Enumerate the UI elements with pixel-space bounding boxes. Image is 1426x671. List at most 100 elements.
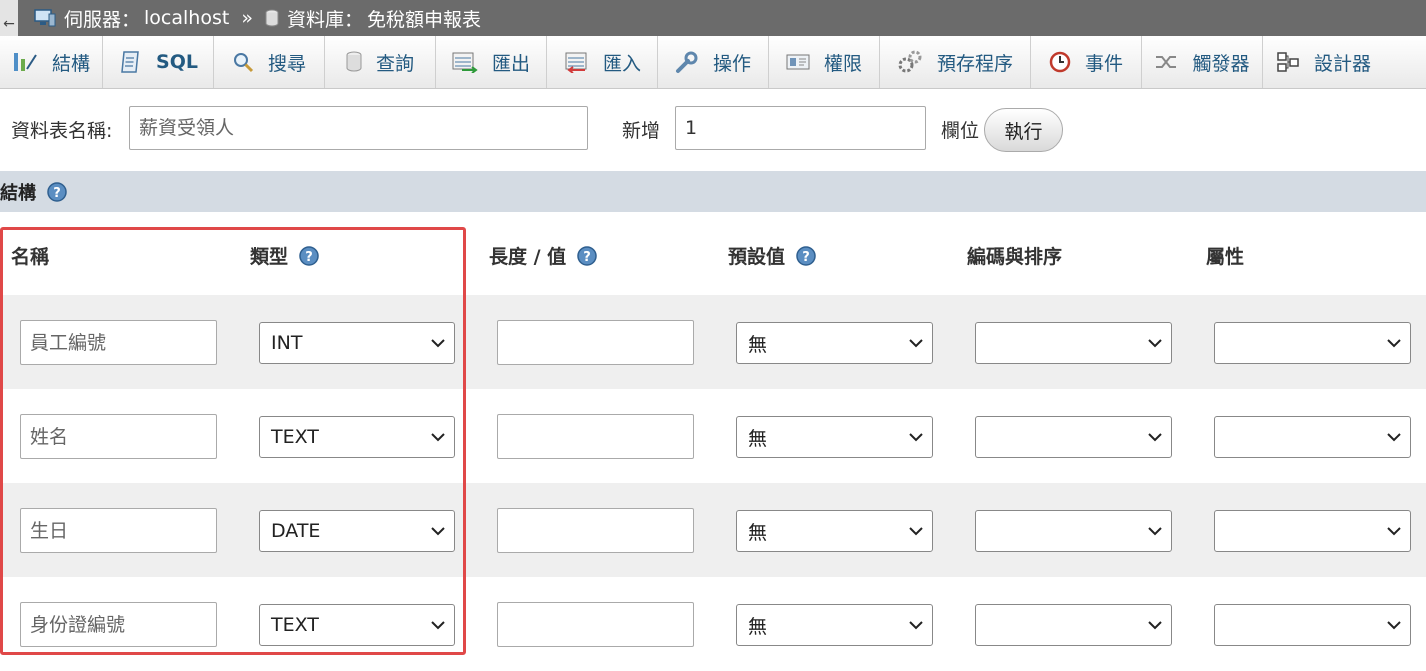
tab-privileges[interactable]: 權限 xyxy=(769,36,880,88)
add-columns-input[interactable] xyxy=(675,106,926,150)
designer-icon xyxy=(1277,52,1299,72)
breadcrumb: ← 伺服器： localhost » 資料庫： 免稅額申報表 xyxy=(0,0,1426,36)
type-select[interactable]: INT xyxy=(259,322,455,364)
structure-header: 結構 ? xyxy=(0,171,1426,212)
breadcrumb-database[interactable]: 資料庫： 免稅額申報表 xyxy=(265,5,481,32)
table-name-input[interactable] xyxy=(129,106,588,150)
type-select[interactable]: TEXT xyxy=(259,604,455,646)
type-select[interactable]: DATE xyxy=(259,510,455,552)
back-button[interactable]: ← xyxy=(0,0,18,36)
default-select[interactable]: 無 xyxy=(736,604,933,646)
select-value: TEXT xyxy=(271,426,319,448)
tab-label: 搜尋 xyxy=(267,52,306,75)
breadcrumb-server[interactable]: 伺服器： localhost xyxy=(34,5,229,32)
length-input[interactable] xyxy=(497,508,694,553)
chevron-down-icon xyxy=(909,527,923,536)
tab-designer[interactable]: 設計器 xyxy=(1263,36,1384,88)
tab-search[interactable]: 搜尋 xyxy=(214,36,325,88)
privileges-icon xyxy=(786,54,810,70)
chevron-down-icon xyxy=(909,433,923,442)
select-value: 無 xyxy=(748,427,768,450)
select-value: 無 xyxy=(748,521,768,544)
triggers-icon xyxy=(1156,56,1177,68)
default-select[interactable]: 無 xyxy=(736,322,933,364)
tab-operations[interactable]: 操作 xyxy=(658,36,769,88)
column-name-input[interactable] xyxy=(20,320,217,365)
header-type: 類型 ? xyxy=(250,242,320,269)
tab-sql[interactable]: SQL xyxy=(103,36,214,88)
chevron-down-icon xyxy=(1148,339,1162,348)
chevron-down-icon xyxy=(431,621,445,630)
database-label: 資料庫： xyxy=(286,8,363,31)
header-length: 長度 / 值 ? xyxy=(489,242,598,269)
chevron-down-icon xyxy=(1148,433,1162,442)
routines-icon xyxy=(898,50,922,73)
default-select[interactable]: 無 xyxy=(736,416,933,458)
collation-select[interactable] xyxy=(975,510,1172,552)
tab-events[interactable]: 事件 xyxy=(1031,36,1142,88)
collation-select[interactable] xyxy=(975,604,1172,646)
length-input[interactable] xyxy=(497,320,694,365)
attributes-select[interactable] xyxy=(1214,510,1411,552)
tab-triggers[interactable]: 觸發器 xyxy=(1142,36,1263,88)
chevron-down-icon xyxy=(909,621,923,630)
chevron-down-icon xyxy=(1387,527,1401,536)
header-type-label: 類型 xyxy=(250,246,289,268)
header-attributes: 屬性 xyxy=(1206,242,1244,269)
help-icon[interactable]: ? xyxy=(46,181,68,203)
column-name-input[interactable] xyxy=(20,414,217,459)
server-label: 伺服器： xyxy=(64,8,141,31)
chevron-down-icon xyxy=(1387,433,1401,442)
chevron-down-icon xyxy=(431,527,445,536)
help-icon[interactable]: ? xyxy=(298,245,320,267)
database-value[interactable]: 免稅額申報表 xyxy=(367,5,481,32)
breadcrumb-separator: » xyxy=(241,7,253,29)
tab-label: 匯入 xyxy=(602,52,641,75)
attributes-select[interactable] xyxy=(1214,416,1411,458)
structure-icon xyxy=(13,53,37,71)
tab-export[interactable]: 匯出 xyxy=(436,36,547,88)
header-collation: 編碼與排序 xyxy=(967,242,1062,269)
tab-routines[interactable]: 預存程序 xyxy=(880,36,1031,88)
database-icon xyxy=(265,9,279,27)
chevron-down-icon xyxy=(431,433,445,442)
search-icon xyxy=(233,53,254,73)
help-icon[interactable]: ? xyxy=(576,245,598,267)
execute-button[interactable]: 執行 xyxy=(984,108,1063,152)
tab-structure[interactable]: 結構 xyxy=(0,36,103,88)
chevron-down-icon xyxy=(1148,527,1162,536)
collation-select[interactable] xyxy=(975,416,1172,458)
length-input[interactable] xyxy=(497,602,694,647)
length-input[interactable] xyxy=(497,414,694,459)
columns-label: 欄位 xyxy=(941,120,980,142)
select-value: TEXT xyxy=(271,614,319,636)
collation-select[interactable] xyxy=(975,322,1172,364)
server-value[interactable]: localhost xyxy=(144,7,229,29)
chevron-down-icon xyxy=(1148,621,1162,630)
tab-label: 查詢 xyxy=(375,52,414,75)
attributes-select[interactable] xyxy=(1214,604,1411,646)
default-select[interactable]: 無 xyxy=(736,510,933,552)
tab-label: 匯出 xyxy=(491,52,530,75)
add-label: 新增 xyxy=(622,120,661,142)
export-icon xyxy=(452,52,478,73)
column-name-input[interactable] xyxy=(20,602,217,647)
chevron-down-icon xyxy=(909,339,923,348)
help-icon[interactable]: ? xyxy=(795,245,817,267)
select-value: 無 xyxy=(748,615,768,638)
tab-label: 預存程序 xyxy=(936,52,1013,75)
wrench-icon xyxy=(675,51,698,73)
type-select[interactable]: TEXT xyxy=(259,416,455,458)
tab-label: 觸發器 xyxy=(1192,52,1250,75)
column-name-input[interactable] xyxy=(20,508,217,553)
tab-label: 操作 xyxy=(712,52,751,75)
header-default-label: 預設值 xyxy=(728,246,786,268)
svg-text:?: ? xyxy=(802,250,810,265)
structure-title: 結構 xyxy=(0,182,36,204)
tab-query[interactable]: 查詢 xyxy=(325,36,436,88)
tab-import[interactable]: 匯入 xyxy=(547,36,658,88)
attributes-select[interactable] xyxy=(1214,322,1411,364)
chevron-down-icon xyxy=(431,339,445,348)
header-default: 預設值 ? xyxy=(728,242,817,269)
select-value: 無 xyxy=(748,333,768,356)
